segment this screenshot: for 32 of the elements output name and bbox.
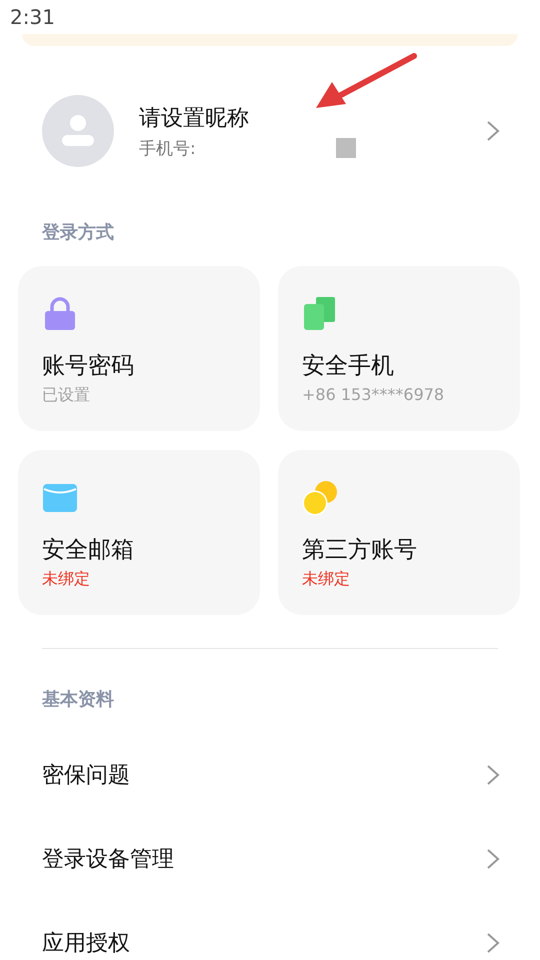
row-label: 密保问题 xyxy=(42,762,130,790)
login-method-card[interactable]: 账号密码 已设置 xyxy=(18,266,260,431)
chevron-icon xyxy=(486,932,500,954)
avatar-icon xyxy=(42,95,114,167)
phone-label: 手机号: xyxy=(139,138,196,160)
chevron-icon xyxy=(486,120,500,142)
card-title: 安全手机 xyxy=(302,352,395,381)
redaction-mark xyxy=(336,138,356,158)
settings-row[interactable]: 应用授权 xyxy=(0,901,540,960)
status-time: 2:31 xyxy=(10,5,55,29)
settings-row[interactable]: 登录设备管理 xyxy=(0,817,540,901)
card-status: 未绑定 xyxy=(302,569,351,590)
card-title: 账号密码 xyxy=(42,352,135,381)
chevron-icon xyxy=(486,848,500,870)
row-label: 登录设备管理 xyxy=(42,846,174,874)
card-status: 已设置 xyxy=(42,385,91,406)
card-title: 安全邮箱 xyxy=(42,536,135,565)
settings-row[interactable]: 密保问题 xyxy=(0,733,540,817)
section-title: 基本资料 xyxy=(41,688,115,711)
copy-icon xyxy=(302,296,338,332)
login-method-card[interactable]: 安全邮箱 未绑定 xyxy=(18,450,260,615)
section-title: 登录方式 xyxy=(40,221,115,244)
card-status: 未绑定 xyxy=(42,569,91,590)
chevron-icon xyxy=(486,764,500,786)
card-status: +86 153****6978 xyxy=(302,385,446,404)
coins-icon xyxy=(302,480,338,516)
nickname: 请设置昵称 xyxy=(139,104,250,132)
card-title: 第三方账号 xyxy=(302,536,418,565)
lock-icon xyxy=(42,296,78,332)
login-method-card[interactable]: 安全手机 +86 153****6978 xyxy=(278,266,520,431)
row-label: 应用授权 xyxy=(42,930,130,958)
login-method-card[interactable]: 第三方账号 未绑定 xyxy=(278,450,520,615)
